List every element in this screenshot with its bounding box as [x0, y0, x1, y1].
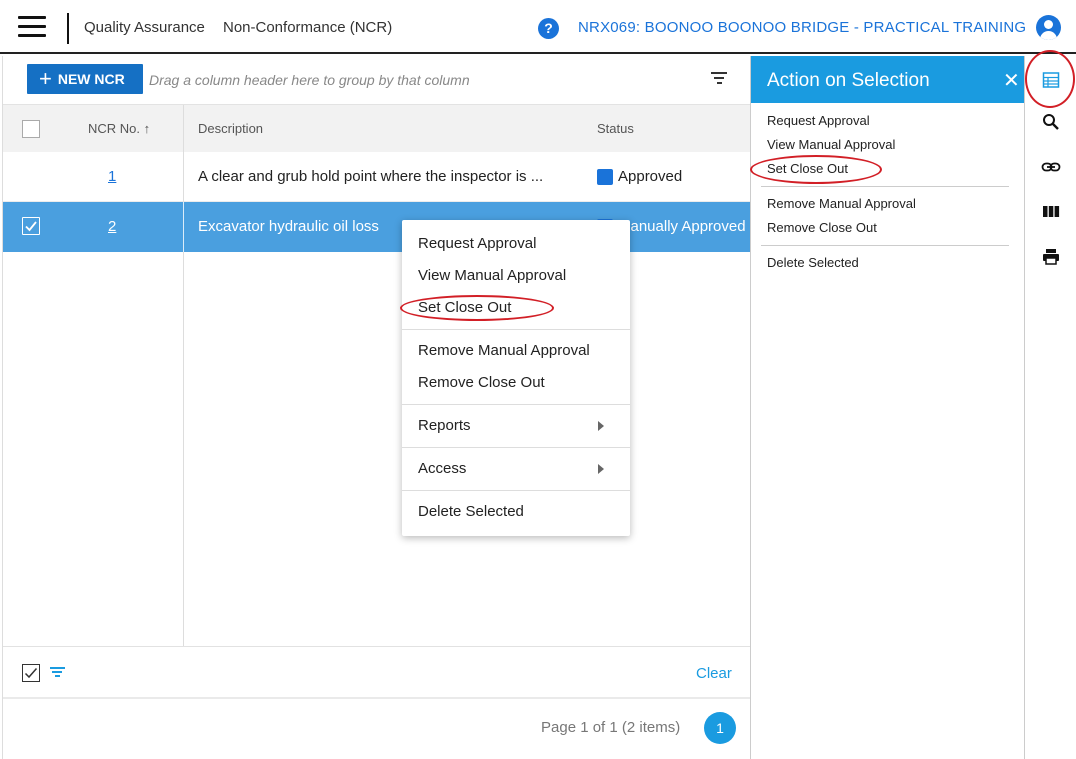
header-divider	[67, 13, 69, 44]
column-divider	[183, 105, 184, 153]
row-description: Excavator hydraulic oil loss	[198, 218, 379, 235]
grid-footer: Clear Page 1 of 1 (2 items) 1	[3, 646, 751, 759]
table-row[interactable]: 1 A clear and grub hold point where the …	[3, 152, 751, 202]
panel-divider	[761, 245, 1009, 246]
table-row-selected[interactable]: 2 Excavator hydraulic oil loss Manually …	[3, 202, 751, 252]
panel-title: Action on Selection	[767, 70, 930, 91]
list-view-icon[interactable]	[1041, 70, 1061, 90]
panel-header: Action on Selection ✕	[751, 56, 1025, 103]
hamburger-menu-icon[interactable]	[18, 16, 46, 38]
new-ncr-button[interactable]: + NEW NCR	[27, 64, 143, 94]
menu-item-delete-selected[interactable]: Delete Selected	[418, 503, 524, 520]
plus-icon: +	[39, 66, 52, 91]
breadcrumb-page: Non-Conformance (NCR)	[223, 19, 393, 36]
menu-item-set-close-out[interactable]: Set Close Out	[418, 299, 511, 316]
print-icon[interactable]	[1041, 247, 1061, 267]
row-status: Manually Approved	[618, 218, 746, 235]
checkmark-icon	[25, 221, 37, 232]
select-all-checkbox[interactable]	[22, 120, 40, 138]
row-status: Approved	[618, 168, 683, 185]
menu-item-reports[interactable]: Reports	[418, 417, 471, 434]
footer-divider	[3, 697, 751, 699]
page-info: Page 1 of 1 (2 items)	[541, 719, 681, 736]
menu-divider	[402, 490, 630, 491]
group-panel-hint[interactable]: Drag a column header here to group by th…	[149, 72, 470, 88]
panel-item-request-approval[interactable]: Request Approval	[767, 113, 870, 128]
column-header-ncr-no[interactable]: NCR No. ↑	[88, 121, 150, 136]
user-avatar-icon[interactable]	[1036, 15, 1061, 40]
menu-divider	[402, 404, 630, 405]
search-icon[interactable]	[1041, 112, 1061, 132]
panel-item-remove-manual-approval[interactable]: Remove Manual Approval	[767, 196, 916, 211]
action-on-selection-panel: Action on Selection ✕ Request Approval V…	[750, 56, 1025, 759]
submenu-arrow-icon	[598, 421, 604, 431]
status-color-icon	[597, 169, 613, 185]
context-menu: Request Approval View Manual Approval Se…	[402, 220, 630, 536]
grid-toolbar: + NEW NCR Drag a column header here to gr…	[3, 56, 751, 104]
menu-divider	[402, 447, 630, 448]
menu-item-remove-manual-approval[interactable]: Remove Manual Approval	[418, 342, 590, 359]
column-header-description[interactable]: Description	[198, 121, 263, 136]
column-header-row: NCR No. ↑ Description Status	[3, 104, 751, 153]
menu-item-request-approval[interactable]: Request Approval	[418, 235, 536, 252]
row-checkbox[interactable]	[22, 217, 40, 235]
ncr-grid: + NEW NCR Drag a column header here to gr…	[2, 56, 751, 759]
clear-filter-link[interactable]: Clear	[696, 665, 732, 682]
menu-item-access[interactable]: Access	[418, 460, 466, 477]
filter-icon[interactable]	[710, 72, 728, 86]
panel-item-remove-close-out[interactable]: Remove Close Out	[767, 220, 877, 235]
column-divider	[183, 152, 184, 202]
column-header-status[interactable]: Status	[597, 121, 634, 136]
help-icon[interactable]: ?	[538, 18, 559, 39]
panel-item-set-close-out[interactable]: Set Close Out	[767, 161, 848, 176]
ncr-number-link[interactable]: 2	[108, 218, 116, 235]
filter-enable-checkbox[interactable]	[22, 664, 40, 682]
panel-item-view-manual-approval[interactable]: View Manual Approval	[767, 137, 895, 152]
checkmark-icon	[24, 668, 38, 679]
top-header: Quality Assurance Non-Conformance (NCR) …	[0, 0, 1076, 54]
submenu-arrow-icon	[598, 464, 604, 474]
ncr-number-link[interactable]: 1	[108, 168, 116, 185]
panel-item-delete-selected[interactable]: Delete Selected	[767, 255, 859, 270]
menu-divider	[402, 329, 630, 330]
close-icon[interactable]: ✕	[1003, 68, 1020, 93]
right-icon-rail	[1024, 56, 1076, 759]
menu-item-remove-close-out[interactable]: Remove Close Out	[418, 374, 545, 391]
link-icon[interactable]	[1041, 157, 1061, 177]
menu-item-view-manual-approval[interactable]: View Manual Approval	[418, 267, 566, 284]
breadcrumb-module[interactable]: Quality Assurance	[84, 19, 205, 36]
new-ncr-label: NEW NCR	[57, 71, 125, 87]
filter-builder-icon[interactable]	[49, 667, 65, 679]
project-title[interactable]: NRX069: BOONOO BOONOO BRIDGE - PRACTICAL…	[578, 19, 1026, 36]
column-divider	[183, 202, 184, 252]
row-description: A clear and grub hold point where the in…	[198, 168, 544, 185]
column-divider	[183, 252, 184, 646]
columns-icon[interactable]	[1041, 202, 1061, 222]
page-button[interactable]: 1	[704, 712, 736, 744]
panel-divider	[761, 186, 1009, 187]
